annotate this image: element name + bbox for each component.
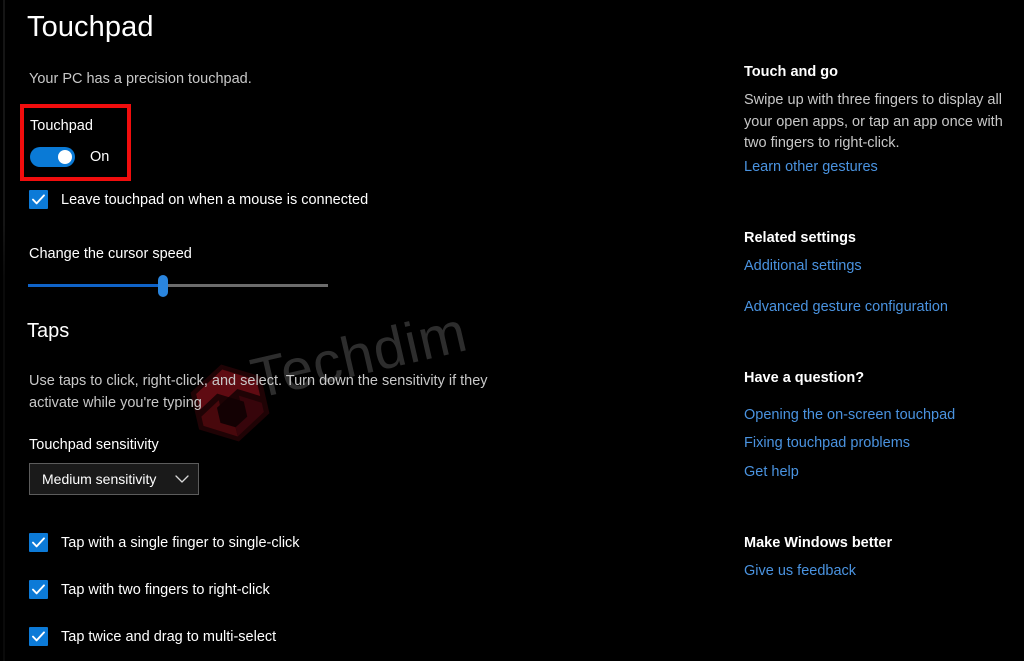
checkbox-label: Tap twice and drag to multi-select bbox=[61, 628, 277, 645]
link-opening-on-screen-touchpad[interactable]: Opening the on-screen touchpad bbox=[744, 407, 955, 423]
touchpad-settings-page: Techdim Touchpad Your PC has a precision… bbox=[0, 0, 1024, 661]
dropdown-selected-value: Medium sensitivity bbox=[42, 471, 157, 487]
toggle-knob bbox=[58, 150, 72, 164]
cursor-speed-slider[interactable] bbox=[28, 275, 328, 297]
sidebar-heading-have-a-question: Have a question? bbox=[744, 370, 865, 386]
touchpad-sensitivity-label: Touchpad sensitivity bbox=[29, 437, 159, 453]
sidebar-heading-related-settings: Related settings bbox=[744, 230, 856, 246]
link-additional-settings[interactable]: Additional settings bbox=[744, 258, 862, 274]
highlight-annotation-box bbox=[20, 104, 131, 181]
checkbox-label: Tap with a single finger to single-click bbox=[61, 534, 300, 551]
checkbox-tap-twice-drag[interactable]: Tap twice and drag to multi-select bbox=[29, 627, 276, 646]
checkbox-label: Leave touchpad on when a mouse is connec… bbox=[61, 191, 369, 208]
taps-section-description: Use taps to click, right-click, and sele… bbox=[29, 373, 488, 411]
touchpad-toggle-switch[interactable] bbox=[30, 147, 75, 167]
checkbox-label: Tap with two fingers to right-click bbox=[61, 581, 270, 598]
checkbox-leave-touchpad-on[interactable]: Leave touchpad on when a mouse is connec… bbox=[29, 190, 368, 209]
page-title: Touchpad bbox=[27, 11, 154, 43]
slider-remaining-track bbox=[163, 284, 328, 287]
scrollbar-track[interactable] bbox=[3, 0, 5, 661]
page-subtitle: Your PC has a precision touchpad. bbox=[29, 71, 252, 87]
slider-thumb[interactable] bbox=[158, 275, 168, 297]
checkbox-two-finger-right-click[interactable]: Tap with two fingers to right-click bbox=[29, 580, 270, 599]
touchpad-toggle-label: Touchpad bbox=[30, 118, 93, 134]
checkmark-icon bbox=[29, 627, 48, 646]
slider-filled-track bbox=[28, 284, 163, 287]
link-get-help[interactable]: Get help bbox=[744, 464, 799, 480]
sidebar-heading-touch-and-go: Touch and go bbox=[744, 64, 838, 80]
touchpad-sensitivity-dropdown[interactable]: Medium sensitivity bbox=[29, 463, 199, 495]
checkmark-icon bbox=[29, 580, 48, 599]
taps-section-heading: Taps bbox=[27, 320, 70, 342]
link-fixing-touchpad-problems[interactable]: Fixing touchpad problems bbox=[744, 435, 910, 451]
touchpad-toggle-state: On bbox=[90, 149, 110, 165]
cursor-speed-label: Change the cursor speed bbox=[29, 246, 192, 262]
checkmark-icon bbox=[29, 533, 48, 552]
sidebar-body-touch-and-go: Swipe up with three fingers to display a… bbox=[744, 92, 1003, 151]
link-give-us-feedback[interactable]: Give us feedback bbox=[744, 563, 856, 579]
link-advanced-gesture-configuration[interactable]: Advanced gesture configuration bbox=[744, 299, 948, 315]
checkmark-icon bbox=[29, 190, 48, 209]
sidebar-heading-make-windows-better: Make Windows better bbox=[744, 535, 893, 551]
checkbox-single-finger-click[interactable]: Tap with a single finger to single-click bbox=[29, 533, 300, 552]
link-learn-other-gestures[interactable]: Learn other gestures bbox=[744, 159, 878, 175]
chevron-down-icon bbox=[175, 474, 189, 484]
